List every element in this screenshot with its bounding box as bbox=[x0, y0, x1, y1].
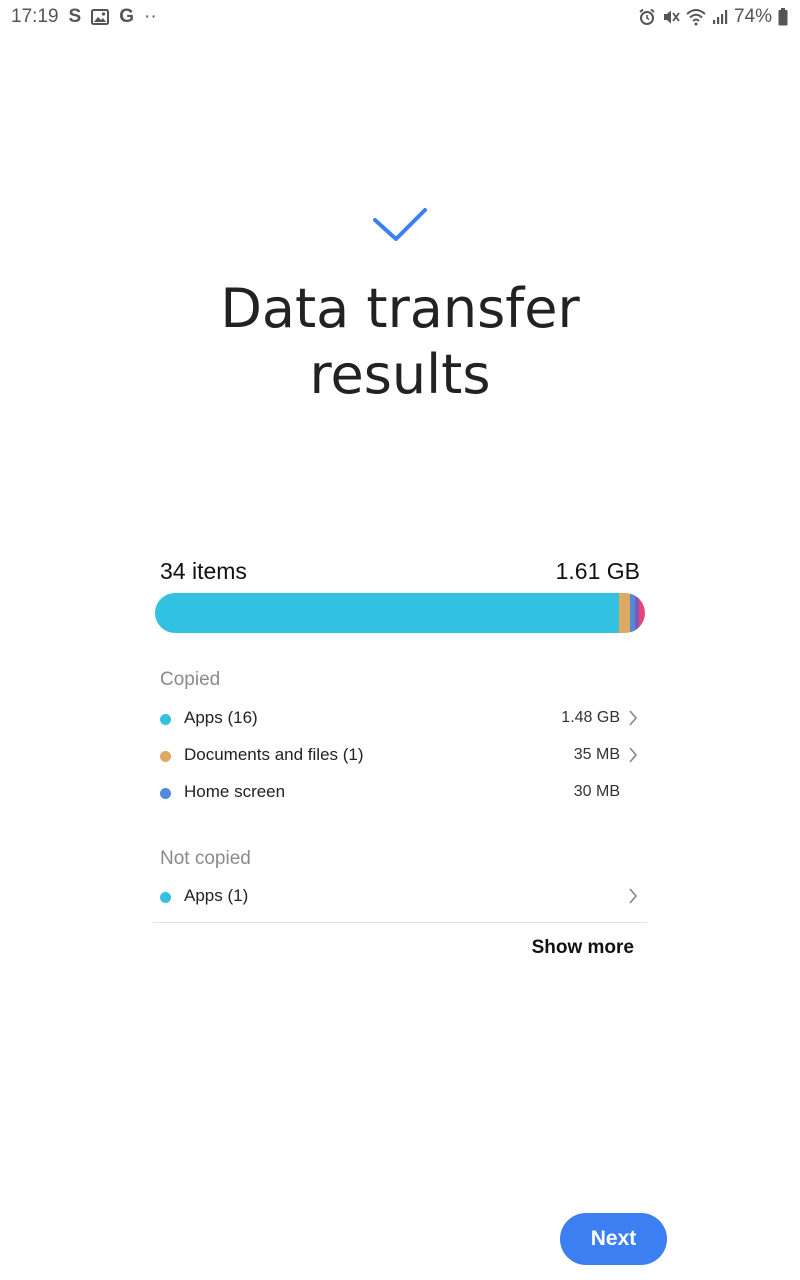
check-icon bbox=[373, 208, 427, 241]
alarm-icon bbox=[638, 7, 656, 27]
not-copied-section-label: Not copied bbox=[160, 848, 251, 869]
gallery-icon bbox=[91, 7, 110, 27]
copied-section-label: Copied bbox=[160, 669, 221, 690]
items-count: 34 items bbox=[160, 558, 247, 584]
copied-item-home-screen: Home screen 30 MB bbox=[160, 779, 640, 809]
show-more-button[interactable]: Show more bbox=[532, 937, 634, 959]
item-label: Apps (16) bbox=[184, 708, 258, 727]
item-size: 30 MB bbox=[573, 783, 620, 800]
item-label: Documents and files (1) bbox=[184, 745, 364, 764]
overflow-dots: ·· bbox=[144, 6, 157, 27]
item-size: 1.48 GB bbox=[561, 709, 620, 726]
chevron-right-icon bbox=[629, 747, 638, 763]
item-label: Home screen bbox=[184, 782, 286, 801]
copied-item-apps[interactable]: Apps (16) 1.48 GB bbox=[160, 705, 640, 735]
category-dot bbox=[160, 788, 171, 799]
not-copied-item-apps[interactable]: Apps (1) bbox=[160, 883, 640, 913]
google-icon: G bbox=[119, 6, 135, 27]
wifi-icon bbox=[686, 7, 706, 27]
samsung-s-icon: S bbox=[68, 6, 82, 27]
battery-icon bbox=[778, 7, 788, 27]
usage-bar-segment bbox=[619, 593, 630, 633]
battery-percentage: 74% bbox=[733, 6, 772, 27]
transfer-summary: 34 items 1.61 GB bbox=[160, 558, 640, 588]
signal-icon bbox=[712, 7, 728, 27]
category-dot bbox=[160, 714, 171, 725]
chevron-right-icon bbox=[629, 888, 638, 904]
usage-bar-segment bbox=[639, 593, 645, 633]
item-size: 35 MB bbox=[573, 746, 620, 763]
item-label: Apps (1) bbox=[184, 886, 249, 905]
next-button[interactable]: Next bbox=[560, 1213, 667, 1265]
storage-usage-bar bbox=[155, 593, 645, 633]
status-bar-left: 17:19 S G ·· bbox=[11, 6, 157, 28]
status-bar-right: 74% bbox=[638, 6, 788, 28]
chevron-right-icon bbox=[629, 710, 638, 726]
mute-icon bbox=[662, 7, 680, 27]
screen: 17:19 S G ·· 74% Data transfer results 3… bbox=[0, 0, 800, 1280]
status-time: 17:19 bbox=[11, 6, 59, 27]
category-dot bbox=[160, 751, 171, 762]
status-bar: 17:19 S G ·· 74% bbox=[0, 0, 800, 34]
page-title-text: Data transfer results bbox=[220, 277, 580, 406]
total-size: 1.61 GB bbox=[555, 558, 640, 584]
divider bbox=[153, 922, 647, 923]
page-title: Data transfer results bbox=[0, 276, 800, 408]
usage-bar-segment bbox=[155, 593, 620, 633]
category-dot bbox=[160, 892, 171, 903]
copied-item-documents[interactable]: Documents and files (1) 35 MB bbox=[160, 742, 640, 772]
